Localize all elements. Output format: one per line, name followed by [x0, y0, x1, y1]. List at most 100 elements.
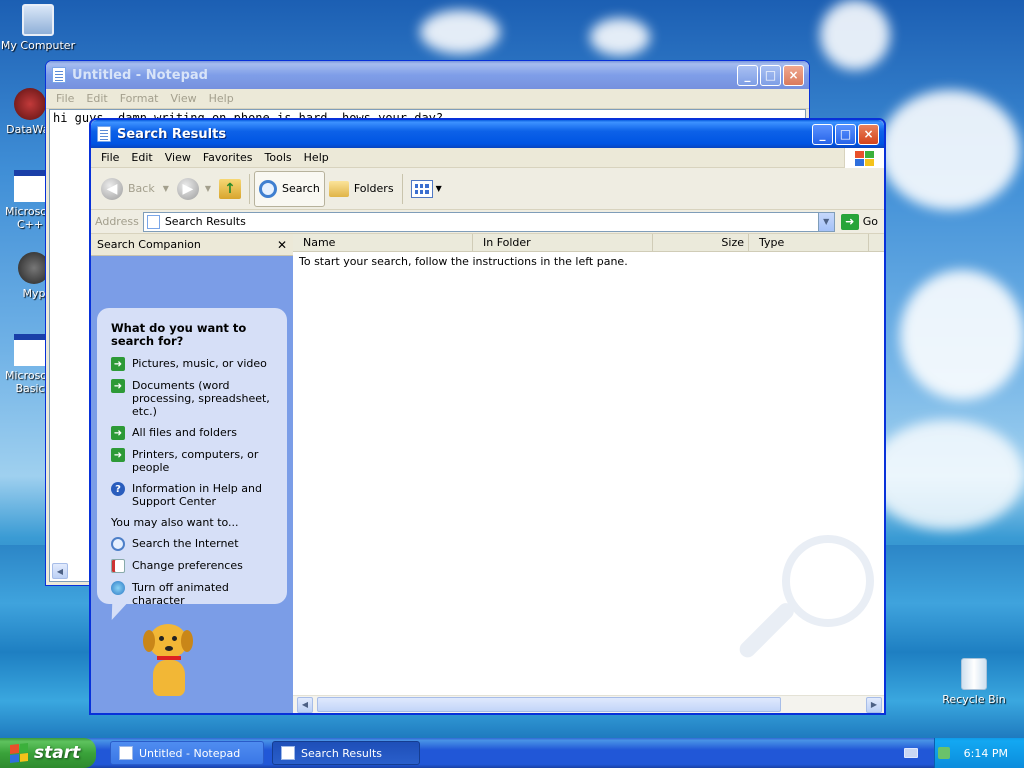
scroll-thumb[interactable] — [317, 697, 781, 712]
maximize-button[interactable]: □ — [760, 64, 781, 86]
system-tray: 6:14 PM — [934, 738, 1024, 768]
back-arrow-icon: ◀ — [101, 177, 123, 200]
column-extra[interactable] — [869, 234, 884, 251]
option-search-internet[interactable]: Search the Internet — [111, 537, 277, 551]
windows-logo-icon — [844, 148, 884, 168]
search-results-icon — [97, 126, 111, 142]
forward-arrow-icon: ▶ — [176, 177, 199, 200]
results-column-headers: Name In Folder Size Type — [293, 234, 884, 252]
option-all-files-folders[interactable]: ➜ All files and folders — [111, 426, 277, 440]
search-results-icon — [146, 214, 160, 229]
folder-icon — [328, 180, 349, 197]
horizontal-scrollbar[interactable]: ◀ ▶ — [293, 695, 884, 713]
scroll-left-button[interactable]: ◀ — [52, 563, 68, 579]
menu-tools[interactable]: Tools — [259, 151, 298, 164]
back-button[interactable]: ◀ Back ▼ — [97, 171, 173, 207]
menu-view[interactable]: View — [159, 151, 197, 164]
taskbar-button-search-results[interactable]: Search Results — [272, 741, 420, 765]
search-dog-icon[interactable] — [141, 624, 197, 700]
windows-logo-icon — [10, 743, 28, 763]
toolbar-separator — [401, 173, 403, 204]
minimize-button[interactable]: _ — [812, 123, 833, 145]
views-button[interactable]: ▼ — [407, 171, 446, 207]
address-bar: Address Search Results ▼ ➜ Go — [91, 210, 884, 234]
search-button[interactable]: Search — [254, 170, 325, 207]
application-icon — [14, 88, 46, 120]
notepad-icon — [52, 67, 66, 83]
column-in-folder[interactable]: In Folder — [473, 234, 653, 251]
search-titlebar[interactable]: Search Results _ □ × — [91, 120, 884, 148]
search-companion-header: Search Companion ✕ — [91, 234, 293, 256]
option-help-support[interactable]: ? Information in Help and Support Center — [111, 482, 277, 508]
go-button[interactable]: ➜ Go — [839, 212, 880, 232]
column-size[interactable]: Size — [653, 234, 749, 251]
search-internet-icon — [111, 537, 125, 551]
forward-button[interactable]: ▶ ▼ — [173, 171, 215, 207]
address-input[interactable]: Search Results ▼ — [142, 211, 835, 232]
up-folder-icon: ↑ — [219, 178, 242, 199]
start-button[interactable]: start — [0, 738, 96, 768]
clock[interactable]: 6:14 PM — [964, 747, 1008, 760]
search-question: What do you want to search for? — [111, 321, 247, 348]
preferences-icon — [111, 559, 125, 573]
close-button[interactable]: × — [783, 64, 804, 86]
notepad-menubar: File Edit Format View Help — [46, 89, 809, 109]
menu-file[interactable]: File — [95, 151, 125, 164]
search-results-window[interactable]: Search Results _ □ × File Edit View Favo… — [89, 118, 886, 715]
results-list[interactable]: To start your search, follow the instruc… — [293, 252, 884, 695]
desktop-icon-my-computer[interactable]: My Computer — [0, 4, 76, 52]
column-name[interactable]: Name — [293, 234, 473, 251]
up-folder-button[interactable]: ↑ — [215, 171, 245, 207]
menu-help[interactable]: Help — [203, 92, 240, 105]
content-area: Search Companion ✕ What do you want to s… — [91, 234, 884, 713]
option-turn-off-character[interactable]: Turn off animated character — [111, 581, 277, 607]
notepad-icon — [119, 746, 133, 760]
menu-favorites[interactable]: Favorites — [197, 151, 259, 164]
green-arrow-icon: ➜ — [111, 357, 125, 371]
chevron-down-icon: ▼ — [162, 184, 169, 193]
minimize-button[interactable]: _ — [737, 64, 758, 86]
option-change-preferences[interactable]: Change preferences — [111, 559, 277, 573]
desktop-icon-recycle-bin[interactable]: Recycle Bin — [936, 658, 1012, 706]
shortcut-icon — [14, 170, 46, 202]
also-want-label: You may also want to... — [111, 516, 239, 529]
menu-file[interactable]: File — [50, 92, 80, 105]
window-title: Search Results — [117, 126, 227, 142]
option-documents[interactable]: ➜ Documents (word processing, spreadshee… — [111, 379, 277, 418]
search-icon — [259, 179, 278, 198]
help-icon: ? — [111, 482, 125, 496]
search-results-icon — [281, 746, 295, 760]
chevron-down-icon: ▼ — [204, 184, 212, 193]
option-printers-computers-people[interactable]: ➜ Printers, computers, or people — [111, 448, 277, 474]
shortcut-icon — [14, 334, 46, 366]
address-value: Search Results — [164, 215, 246, 228]
empty-results-message: To start your search, follow the instruc… — [299, 255, 628, 268]
close-button[interactable]: × — [858, 123, 879, 145]
globe-icon — [111, 581, 125, 595]
menu-help[interactable]: Help — [298, 151, 335, 164]
address-dropdown-button[interactable]: ▼ — [817, 212, 834, 231]
go-arrow-icon: ➜ — [840, 213, 859, 230]
option-pictures-music-video[interactable]: ➜ Pictures, music, or video — [111, 357, 277, 371]
taskbar-button-notepad[interactable]: Untitled - Notepad — [110, 741, 264, 765]
menu-format[interactable]: Format — [114, 92, 165, 105]
menu-edit[interactable]: Edit — [125, 151, 158, 164]
search-balloon: What do you want to search for? ➜ Pictur… — [97, 308, 287, 607]
scroll-right-button[interactable]: ▶ — [866, 696, 882, 713]
menu-view[interactable]: View — [165, 92, 203, 105]
maximize-button[interactable]: □ — [835, 123, 856, 145]
keyboard-icon[interactable] — [904, 748, 918, 758]
toolbar-separator — [249, 173, 251, 204]
folders-button[interactable]: Folders — [325, 171, 398, 207]
network-icon[interactable] — [937, 747, 950, 759]
standard-toolbar: ◀ Back ▼ ▶ ▼ ↑ Search Folders ▼ — [91, 168, 884, 210]
balloon-tail — [105, 602, 129, 620]
scroll-left-button[interactable]: ◀ — [297, 696, 313, 713]
green-arrow-icon: ➜ — [111, 379, 125, 393]
views-icon — [410, 179, 433, 198]
menu-edit[interactable]: Edit — [80, 92, 113, 105]
notepad-titlebar[interactable]: Untitled - Notepad _ □ × — [46, 61, 809, 89]
close-icon[interactable]: ✕ — [277, 238, 287, 252]
column-type[interactable]: Type — [749, 234, 869, 251]
search-companion-pane: What do you want to search for? ➜ Pictur… — [91, 234, 293, 713]
